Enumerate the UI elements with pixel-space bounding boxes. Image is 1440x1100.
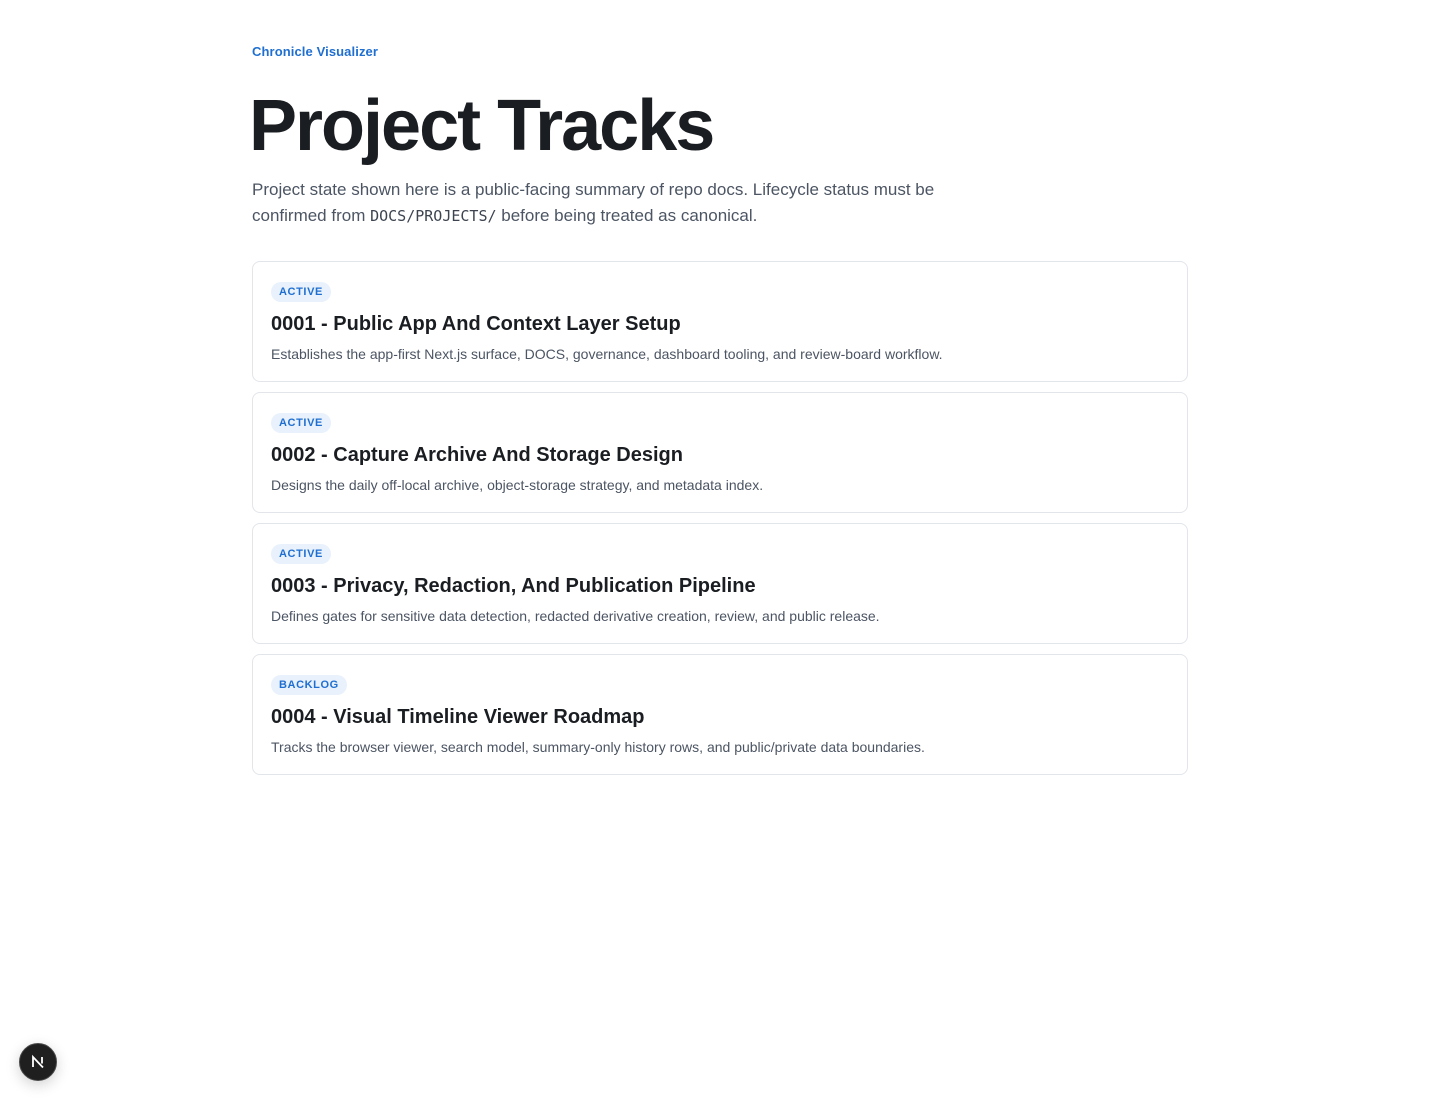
docs-path-code: DOCS/PROJECTS/ [370, 207, 497, 225]
track-title: 0003 - Privacy, Redaction, And Publicati… [271, 575, 756, 597]
project-track-card[interactable]: BACKLOG 0004 - Visual Timeline Viewer Ro… [252, 654, 1188, 775]
intro-text: Project state shown here is a public-fac… [252, 177, 972, 229]
project-track-list: ACTIVE 0001 - Public App And Context Lay… [252, 261, 1188, 785]
page-title: Project Tracks [249, 86, 715, 166]
status-badge: BACKLOG [271, 675, 347, 695]
nextjs-logo-icon [32, 1054, 44, 1069]
status-badge: ACTIVE [271, 282, 331, 302]
brand-link[interactable]: Chronicle Visualizer [252, 44, 378, 59]
intro-text-tail: before being treated as canonical. [496, 206, 758, 225]
track-title: 0002 - Capture Archive And Storage Desig… [271, 444, 683, 466]
project-track-card[interactable]: ACTIVE 0002 - Capture Archive And Storag… [252, 392, 1188, 513]
status-badge: ACTIVE [271, 544, 331, 564]
project-track-card[interactable]: ACTIVE 0003 - Privacy, Redaction, And Pu… [252, 523, 1188, 644]
track-title: 0004 - Visual Timeline Viewer Roadmap [271, 706, 645, 728]
track-title: 0001 - Public App And Context Layer Setu… [271, 313, 681, 335]
track-description: Establishes the app-first Next.js surfac… [271, 346, 943, 362]
nextjs-dev-tools-button[interactable] [19, 1043, 57, 1081]
track-description: Tracks the browser viewer, search model,… [271, 739, 925, 755]
track-description: Defines gates for sensitive data detecti… [271, 608, 880, 624]
project-track-card[interactable]: ACTIVE 0001 - Public App And Context Lay… [252, 261, 1188, 382]
status-badge: ACTIVE [271, 413, 331, 433]
track-description: Designs the daily off-local archive, obj… [271, 477, 764, 493]
